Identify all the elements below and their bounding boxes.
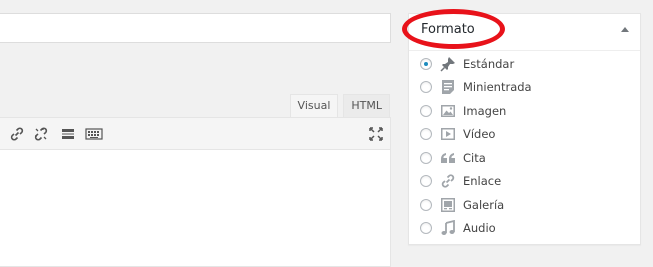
format-option-gallery[interactable]: Galería bbox=[420, 193, 532, 217]
format-option-image[interactable]: Imagen bbox=[420, 99, 532, 123]
video-icon bbox=[440, 126, 456, 142]
link-icon bbox=[440, 173, 456, 189]
format-label: Vídeo bbox=[463, 127, 496, 142]
triangle-up-icon[interactable] bbox=[621, 27, 629, 32]
format-label: Minientrada bbox=[463, 80, 532, 95]
format-label: Galería bbox=[463, 197, 505, 212]
radio-button[interactable] bbox=[420, 81, 432, 94]
format-postbox: Formato Estándar Minientrada Imagen Víde… bbox=[402, 9, 641, 245]
format-label: Cita bbox=[463, 150, 486, 165]
radio-button[interactable] bbox=[420, 128, 432, 141]
link-icon[interactable] bbox=[8, 125, 26, 143]
unlink-icon[interactable] bbox=[32, 125, 50, 143]
keyboard-icon[interactable] bbox=[85, 125, 103, 143]
image-icon bbox=[440, 103, 456, 119]
format-option-aside[interactable]: Minientrada bbox=[420, 76, 532, 100]
radio-button[interactable] bbox=[420, 151, 432, 164]
read-more-icon[interactable] bbox=[59, 125, 77, 143]
format-label: Imagen bbox=[463, 103, 507, 118]
radio-button[interactable] bbox=[420, 57, 432, 70]
format-label: Enlace bbox=[463, 174, 502, 189]
format-options-list: Estándar Minientrada Imagen Vídeo Cita E… bbox=[420, 52, 532, 240]
editor-tabs: Visual HTML bbox=[289, 94, 390, 118]
red-highlight-circle bbox=[402, 9, 505, 49]
radio-button[interactable] bbox=[420, 104, 432, 117]
editor-toolbar bbox=[0, 118, 390, 150]
format-option-standard[interactable]: Estándar bbox=[420, 52, 532, 76]
radio-button[interactable] bbox=[420, 198, 432, 211]
quote-icon bbox=[440, 150, 456, 166]
format-option-link[interactable]: Enlace bbox=[420, 170, 532, 194]
editor-content-area[interactable] bbox=[0, 117, 391, 267]
gallery-icon bbox=[440, 197, 456, 213]
format-option-video[interactable]: Vídeo bbox=[420, 123, 532, 147]
audio-icon bbox=[440, 220, 456, 236]
format-option-quote[interactable]: Cita bbox=[420, 146, 532, 170]
fullscreen-icon[interactable] bbox=[367, 125, 385, 143]
radio-button[interactable] bbox=[420, 175, 432, 188]
format-label: Audio bbox=[463, 221, 496, 236]
pushpin-icon bbox=[440, 56, 456, 72]
tab-html[interactable]: HTML bbox=[343, 94, 390, 118]
format-label: Estándar bbox=[463, 56, 515, 71]
tab-visual[interactable]: Visual bbox=[289, 94, 339, 118]
format-option-audio[interactable]: Audio bbox=[420, 217, 532, 241]
aside-icon bbox=[440, 79, 456, 95]
radio-button[interactable] bbox=[420, 222, 432, 235]
post-title-input[interactable] bbox=[0, 13, 391, 43]
postbox-header[interactable]: Formato bbox=[402, 9, 640, 51]
